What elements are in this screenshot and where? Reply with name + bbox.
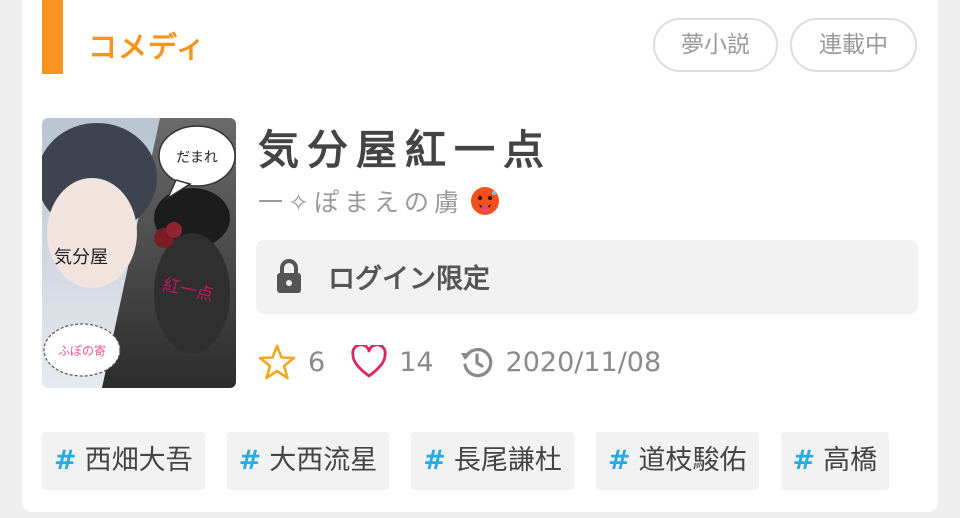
tag-label: 道枝駿佑 (638, 445, 747, 476)
cover-image[interactable]: だまれ 気分屋 紅一点 ふぽの寄 (42, 118, 236, 388)
hot-face-emoji-icon (470, 187, 499, 215)
badge-yume-shosetsu[interactable]: 夢小説 (653, 18, 778, 72)
hash-icon: # (54, 445, 77, 476)
tag-label: 大西流星 (269, 445, 378, 476)
tag-label: 西畑大吾 (84, 445, 193, 476)
like-count: 14 (399, 346, 434, 378)
star-icon (258, 344, 296, 380)
updated-date: 2020/11/08 (505, 346, 662, 378)
novel-title[interactable]: 気分屋紅一点 (258, 116, 552, 176)
author-line[interactable]: 一✧ぽまえの虜 (258, 183, 500, 219)
genre-accent-bar (42, 0, 63, 74)
history-icon (460, 347, 492, 378)
hash-icon: # (238, 445, 262, 476)
tag-item[interactable]: # 西畑大吾 (42, 432, 205, 490)
author-name: 一✧ぽまえの虜 (258, 188, 464, 217)
login-required-notice[interactable]: ログイン限定 (256, 240, 918, 314)
star-count: 6 (308, 346, 326, 378)
cover-bubble-text: だまれ (176, 150, 218, 166)
tag-label: 高橋 (823, 445, 878, 476)
tag-item[interactable]: # 長尾謙杜 (411, 432, 574, 490)
cover-text-left: 気分屋 (54, 247, 108, 268)
stats-row: 6 14 2020/11/08 (258, 340, 661, 384)
heart-icon (351, 345, 387, 378)
genre-label[interactable]: コメディ (88, 24, 206, 66)
tag-list: # 西畑大吾 # 大西流星 # 長尾謙杜 # 道枝駿佑 # 高橋 (42, 432, 911, 490)
lock-icon (277, 259, 301, 293)
tag-item[interactable]: # 高橋 (780, 432, 890, 490)
tag-item[interactable]: # 大西流星 (226, 432, 390, 490)
badge-serializing[interactable]: 連載中 (790, 18, 917, 72)
hash-icon: # (607, 445, 631, 476)
tag-item[interactable]: # 道枝駿佑 (595, 432, 759, 490)
novel-card[interactable]: コメディ 夢小説 連載中 だまれ 気分屋 紅一点 ふぽの寄 気分屋紅一点 一✧ぽ… (22, 0, 938, 512)
hash-icon: # (792, 445, 816, 476)
login-required-label: ログイン限定 (328, 264, 490, 295)
hash-icon: # (423, 445, 446, 476)
cover-bottom-bubble-text: ふぽの寄 (58, 343, 106, 358)
tag-label: 長尾謙杜 (453, 445, 562, 476)
